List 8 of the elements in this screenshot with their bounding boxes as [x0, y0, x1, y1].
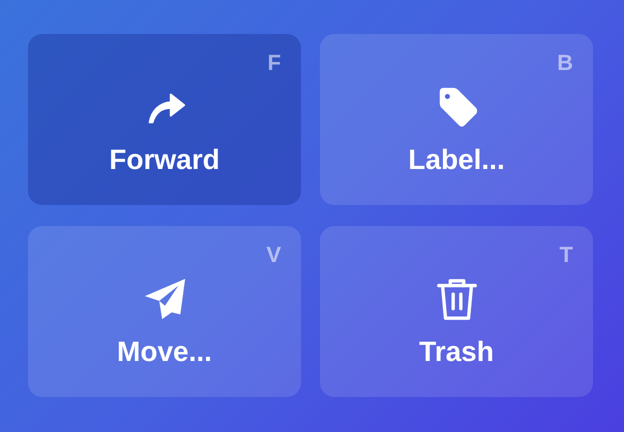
shortcut-key: B	[557, 50, 573, 76]
action-tile[interactable]: B Label...	[320, 34, 593, 205]
shortcut-key: V	[266, 242, 281, 268]
action-tile[interactable]: T Trash	[320, 226, 593, 397]
action-tile[interactable]: V Move...	[28, 226, 301, 397]
shortcut-key: T	[560, 242, 573, 268]
shortcut-key: F	[268, 50, 281, 76]
action-tile[interactable]: F Forward	[28, 34, 301, 205]
